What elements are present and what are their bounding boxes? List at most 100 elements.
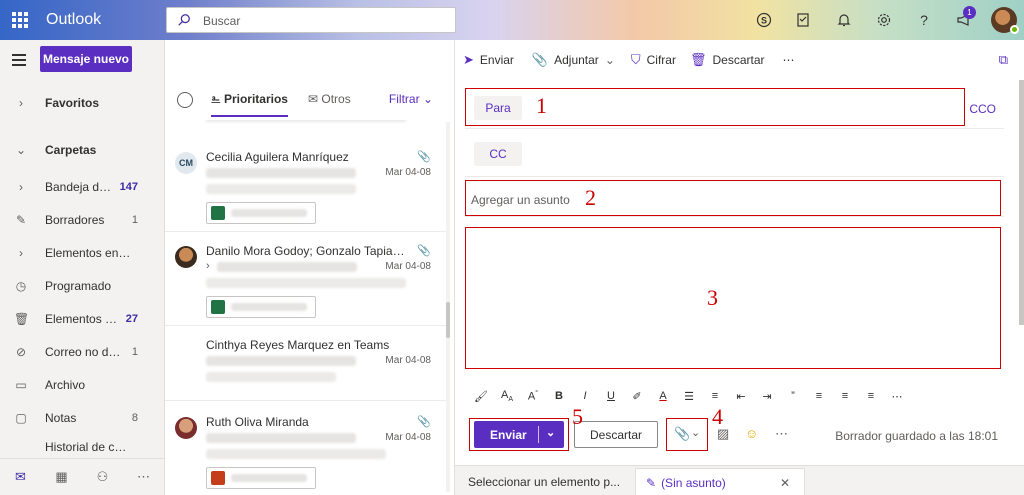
- nav-item-label: Elementos e...: [45, 311, 119, 326]
- nav-item-archive[interactable]: ▭ Archivo: [0, 368, 164, 401]
- list-item[interactable]: Ruth Oliva Miranda 📎 Mar 04-08: [165, 403, 447, 495]
- attachment-chip[interactable]: [206, 467, 316, 489]
- increase-indent-icon[interactable]: ⇥: [756, 390, 778, 403]
- app-launcher-icon[interactable]: [12, 12, 28, 28]
- attachment-chip[interactable]: [206, 296, 316, 318]
- nav-folders-label: Carpetas: [45, 142, 97, 157]
- blurred-preview: [206, 120, 406, 122]
- chevron-right-icon[interactable]: ›: [206, 260, 210, 272]
- brand-title[interactable]: Outlook: [46, 11, 101, 29]
- highlight-icon[interactable]: ✐: [626, 390, 648, 403]
- decrease-indent-icon[interactable]: ⇤: [730, 390, 752, 403]
- people-icon[interactable]: ⚇: [82, 469, 123, 485]
- filter-label: Filtrar: [388, 92, 420, 106]
- message-date: Mar 04-08: [385, 432, 431, 443]
- emoji-icon[interactable]: ☺: [745, 426, 758, 441]
- numbering-icon[interactable]: ≡: [704, 390, 726, 402]
- cmd-encrypt-button[interactable]: ⛉ Cifrar: [631, 52, 676, 68]
- bcc-button[interactable]: CCO: [969, 102, 996, 116]
- new-message-button[interactable]: Mensaje nuevo: [40, 46, 132, 72]
- tab-select-item[interactable]: Seleccionar un elemento p...: [463, 468, 629, 495]
- bell-icon[interactable]: [824, 0, 864, 40]
- font-grow-icon[interactable]: A°: [522, 390, 544, 403]
- nav-item-history[interactable]: Historial de con...: [0, 434, 164, 458]
- nav-item-inbox[interactable]: › Bandeja de... 147: [0, 170, 164, 203]
- account-button[interactable]: [984, 0, 1024, 40]
- list-body: CM Cecilia Aguilera Manríquez 📎 Mar 04-0…: [165, 120, 455, 495]
- annotation-box-4: [666, 418, 708, 451]
- chevron-right-icon: ›: [19, 245, 23, 260]
- avatar: CM: [175, 152, 197, 174]
- align-center-icon[interactable]: ≡: [834, 390, 856, 402]
- align-right-icon[interactable]: ≡: [860, 390, 882, 402]
- skype-icon[interactable]: S: [744, 0, 784, 40]
- more-options-icon[interactable]: ⋯: [775, 426, 788, 442]
- cmd-encrypt-label: Cifrar: [646, 53, 676, 67]
- nav-item-count: 1: [131, 213, 138, 226]
- font-color-icon[interactable]: A: [652, 390, 674, 402]
- quote-icon[interactable]: ”: [782, 390, 804, 402]
- italic-icon[interactable]: I: [574, 390, 596, 402]
- todo-icon[interactable]: [784, 0, 824, 40]
- list-item[interactable]: Cinthya Reyes Marquez en Teams Mar 04-08: [165, 326, 447, 401]
- font-size-icon[interactable]: AA: [496, 389, 518, 403]
- scrollbar-thumb[interactable]: [446, 302, 450, 338]
- gear-icon[interactable]: [864, 0, 904, 40]
- discard-button[interactable]: Descartar: [574, 421, 658, 448]
- nav-folders[interactable]: ⌄ Carpetas: [0, 133, 164, 166]
- archive-icon: ▭: [15, 377, 27, 392]
- clock-icon: ◷: [15, 278, 27, 293]
- annotation-number-5: 5: [572, 404, 583, 429]
- nav-item-sent[interactable]: › Elementos envi...: [0, 236, 164, 269]
- list-scrollbar[interactable]: [446, 122, 450, 492]
- more-options-icon[interactable]: ⋯: [783, 53, 795, 67]
- format-painter-icon[interactable]: 🖌: [470, 390, 492, 403]
- notification-badge: 1: [963, 6, 976, 19]
- hamburger-icon[interactable]: [12, 54, 26, 69]
- svg-text:?: ?: [920, 12, 928, 28]
- annotation-number-4: 4: [712, 404, 723, 429]
- search-box[interactable]: Buscar: [166, 7, 456, 33]
- scrollbar-thumb[interactable]: [1019, 80, 1024, 325]
- bullets-icon[interactable]: ☰: [678, 390, 700, 403]
- cmd-discard-button[interactable]: 🗑 Descartar: [690, 52, 765, 68]
- filter-button[interactable]: Filtrar ⌄: [389, 92, 433, 106]
- cmd-send-button[interactable]: ➤ Enviar: [463, 52, 514, 68]
- bold-icon[interactable]: B: [548, 390, 570, 402]
- nav-item-junk[interactable]: ⊘ Correo no des... 1: [0, 335, 164, 368]
- attachment-chip[interactable]: [206, 202, 316, 224]
- help-icon[interactable]: ?: [904, 0, 944, 40]
- list-item[interactable]: CM Cecilia Aguilera Manríquez 📎 Mar 04-0…: [165, 138, 447, 232]
- send-icon: ➤: [463, 52, 474, 67]
- tab-draft[interactable]: ✎ (Sin asunto) ✕: [635, 468, 805, 495]
- nav-item-label: Bandeja de...: [45, 179, 113, 194]
- align-left-icon[interactable]: ≡: [808, 390, 830, 402]
- nav-item-scheduled[interactable]: ◷ Programado: [0, 269, 164, 302]
- nav-item-deleted[interactable]: 🗑 Elementos e... 27: [0, 302, 164, 335]
- calendar-icon[interactable]: ▦: [41, 469, 82, 485]
- blurred-preview: [206, 372, 336, 382]
- underline-icon[interactable]: U: [600, 390, 622, 402]
- mail-icon[interactable]: ✉: [0, 469, 41, 485]
- more-apps-icon[interactable]: ⋯: [123, 469, 164, 485]
- message-list-panel: ⎁ Prioritarios ✉ Otros Filtrar ⌄ CM Ceci…: [165, 40, 455, 495]
- excel-file-icon: [211, 300, 225, 314]
- tab-focused[interactable]: ⎁ Prioritarios: [211, 92, 288, 117]
- cc-button[interactable]: CC: [474, 142, 522, 166]
- megaphone-icon[interactable]: 1: [944, 0, 984, 40]
- select-all-checkbox[interactable]: [177, 92, 193, 108]
- divider: [465, 128, 1004, 129]
- nav-favorites[interactable]: › Favoritos: [0, 86, 164, 119]
- blurred-preview: [206, 356, 356, 366]
- tab-focused-label: Prioritarios: [223, 92, 288, 106]
- list-item[interactable]: Danilo Mora Godoy; Gonzalo Tapia He 📎 › …: [165, 232, 447, 326]
- nav-item-notes[interactable]: ▢ Notas 8: [0, 401, 164, 434]
- cmd-discard-label: Descartar: [712, 53, 765, 67]
- nav-item-drafts[interactable]: ✎ Borradores 1: [0, 203, 164, 236]
- close-icon[interactable]: ✕: [780, 476, 790, 490]
- compose-scrollbar[interactable]: [1019, 80, 1024, 460]
- popout-icon[interactable]: ⧉: [999, 52, 1008, 68]
- cmd-attach-button[interactable]: 📎 Adjuntar ⌄: [532, 52, 615, 68]
- more-format-icon[interactable]: ⋯: [886, 390, 908, 403]
- tab-other[interactable]: ✉ Otros: [308, 92, 351, 106]
